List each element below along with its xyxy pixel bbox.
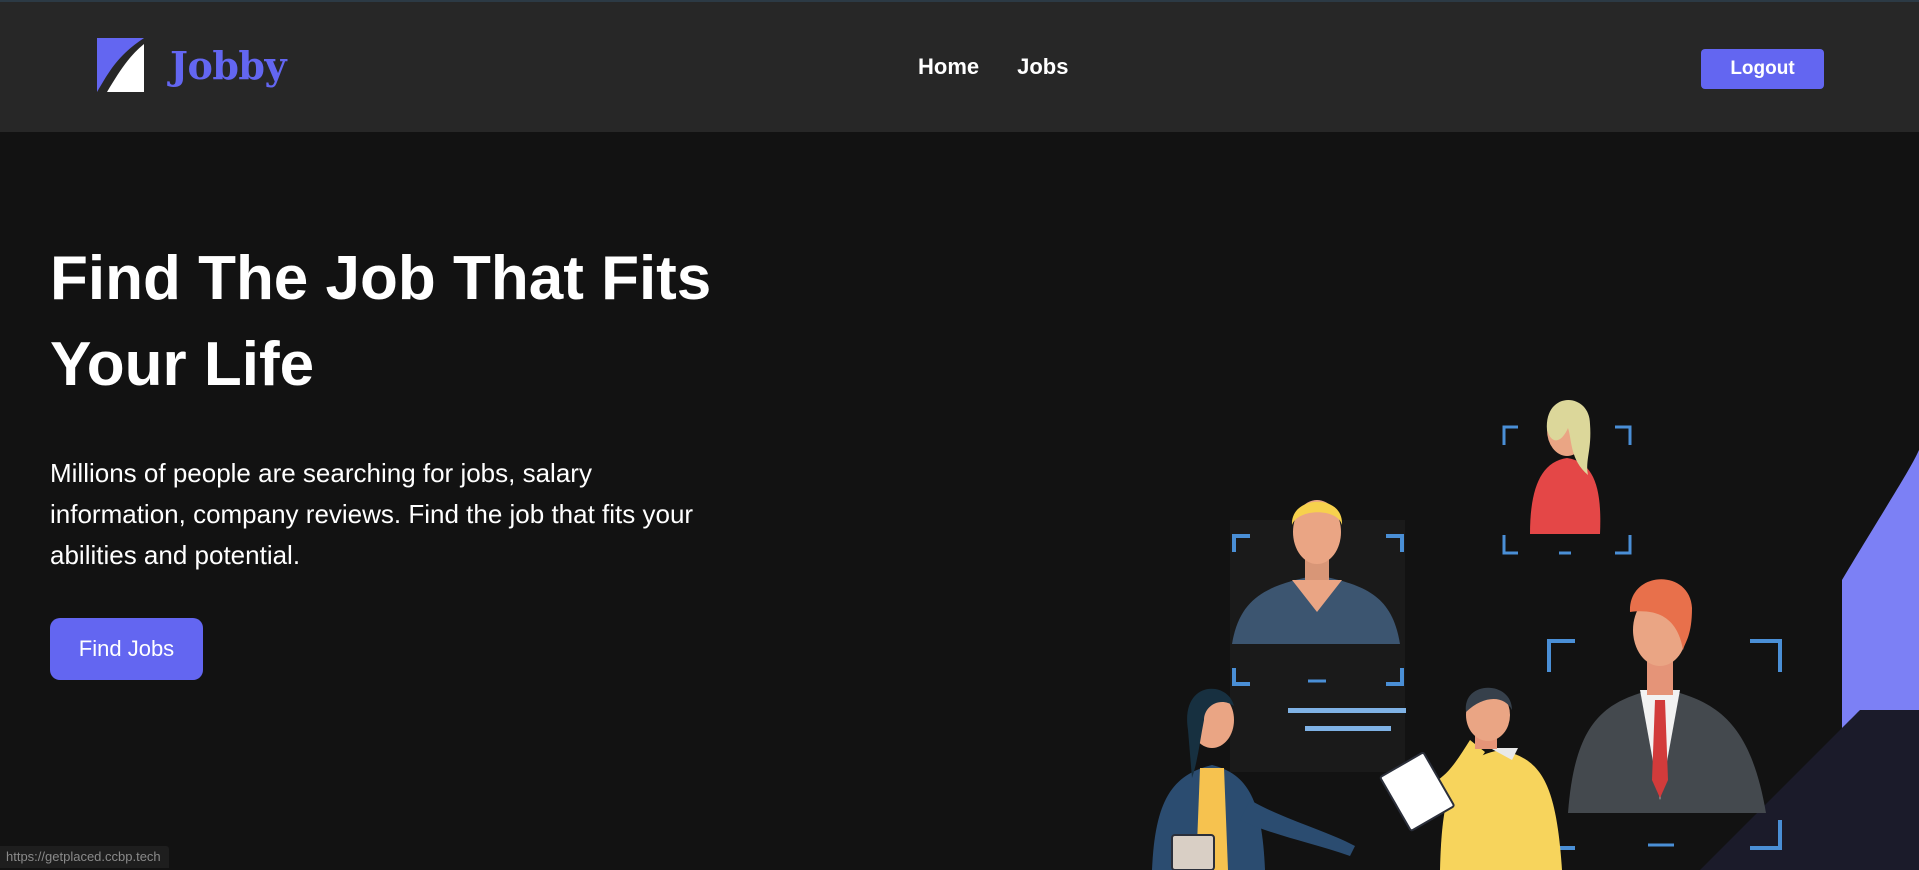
jobby-logo-icon [97,38,144,92]
job-seekers-illustration [1152,399,1919,870]
nav-link-jobs[interactable]: Jobs [1017,54,1068,80]
status-bar-url: https://getplaced.ccbp.tech [0,846,169,868]
hero-description: Millions of people are searching for job… [50,458,694,570]
logo-link[interactable]: Jobby [97,38,287,92]
nav-link-home[interactable]: Home [918,54,979,80]
hero-title: Find The Job That Fits Your Life [50,244,712,399]
navbar: Jobby Home Jobs Logout [0,0,1919,132]
find-jobs-button[interactable]: Find Jobs [50,618,203,680]
logout-button[interactable]: Logout [1701,49,1824,89]
brand-name: Jobby [170,42,287,88]
nav-links: Home Jobs [918,54,1068,80]
